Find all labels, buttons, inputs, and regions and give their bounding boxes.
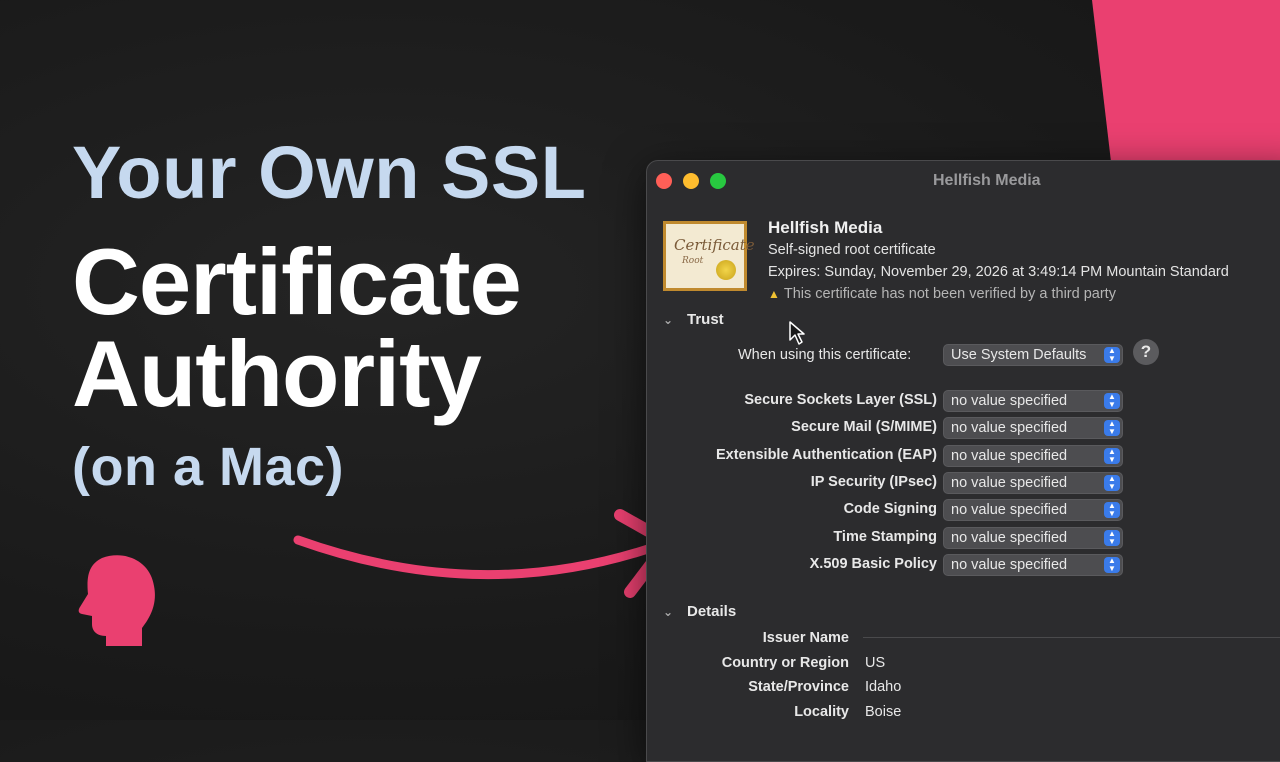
policy-label: X.509 Basic Policy xyxy=(809,555,937,572)
window-titlebar: Hellfish Media xyxy=(647,161,1280,201)
certificate-seal-icon xyxy=(716,260,736,280)
headline-line-3: Authority xyxy=(72,321,482,426)
help-button[interactable]: ? xyxy=(1133,339,1159,365)
popup-stepper-icon: ▲ ▼ xyxy=(1104,393,1120,409)
headline-line-4: (on a Mac) xyxy=(72,437,345,497)
popup-stepper-icon: ▲ ▼ xyxy=(1104,556,1120,573)
policy-label: Secure Mail (S/MIME) xyxy=(791,419,937,436)
policy-value: no value specified xyxy=(951,474,1068,491)
detail-label: Locality xyxy=(794,704,849,721)
certificate-icon-text: Certificate xyxy=(674,236,755,254)
detail-value: Idaho xyxy=(865,679,902,696)
headline-line-1-accent: SSL xyxy=(441,131,587,214)
policy-popup[interactable]: no value specified ▲ ▼ xyxy=(943,417,1123,440)
policy-value: no value specified xyxy=(951,502,1068,519)
detail-label: Country or Region xyxy=(721,654,849,671)
policy-value: no value specified xyxy=(951,447,1068,464)
policy-label: Time Stamping xyxy=(833,528,937,545)
policy-popup[interactable]: no value specified ▲ ▼ xyxy=(943,471,1123,494)
certificate-warning: ▲ This certificate has not been verified … xyxy=(768,286,1116,302)
policy-value: no value specified xyxy=(951,420,1068,437)
headline-line-1: Your Own SSL xyxy=(72,130,586,215)
detail-label: Issuer Name xyxy=(762,630,849,646)
policy-popup[interactable]: no value specified ▲ ▼ xyxy=(943,553,1123,576)
policy-value: no value specified xyxy=(951,393,1068,409)
warning-icon: ▲ xyxy=(768,287,780,301)
when-using-label: When using this certificate: xyxy=(738,347,912,363)
certificate-icon-subtext: Root xyxy=(682,256,704,266)
when-using-popup[interactable]: Use System Defaults ▲ ▼ xyxy=(943,344,1123,366)
details-section-label: Details xyxy=(687,603,737,620)
policy-popup[interactable]: no value specified ▲ ▼ xyxy=(943,390,1123,412)
certificate-warning-text: This certificate has not been verified b… xyxy=(783,286,1116,302)
detail-label: State/Province xyxy=(748,679,849,696)
policy-popup[interactable]: no value specified ▲ ▼ xyxy=(943,444,1123,467)
certificate-type: Self-signed root certificate xyxy=(768,242,936,258)
when-using-value: Use System Defaults xyxy=(951,347,1087,363)
certificate-name: Hellfish Media xyxy=(768,218,883,237)
policy-value: no value specified xyxy=(951,529,1068,546)
popup-stepper-icon: ▲ ▼ xyxy=(1104,502,1120,519)
popup-stepper-icon: ▲ ▼ xyxy=(1104,447,1120,464)
policy-label: Secure Sockets Layer (SSL) xyxy=(744,392,937,408)
popup-stepper-icon: ▲ ▼ xyxy=(1104,420,1120,437)
policy-label: Extensible Authentication (EAP) xyxy=(715,446,937,463)
head-logo-icon xyxy=(78,555,155,646)
details-divider xyxy=(863,637,1280,638)
popup-stepper-icon: ▲ ▼ xyxy=(1104,474,1120,491)
policy-popup[interactable]: no value specified ▲ ▼ xyxy=(943,499,1123,522)
zoom-window-button[interactable] xyxy=(710,173,726,189)
detail-value: Boise xyxy=(865,704,902,721)
minimize-window-button[interactable] xyxy=(683,173,699,189)
window-title: Hellfish Media xyxy=(933,172,1041,189)
policy-value: no value specified xyxy=(951,556,1068,573)
curved-arrow-icon xyxy=(293,509,674,598)
policy-popup[interactable]: no value specified ▲ ▼ xyxy=(943,526,1123,549)
policy-label: IP Security (IPsec) xyxy=(810,473,937,490)
certificate-expiry: Expires: Sunday, November 29, 2026 at 3:… xyxy=(768,264,1229,280)
close-window-button[interactable] xyxy=(656,173,672,189)
mouse-pointer-icon xyxy=(789,321,805,345)
pink-corner-shape xyxy=(1092,0,1280,160)
certificate-icon: Certificate Root xyxy=(663,221,755,291)
policy-label: Code Signing xyxy=(843,501,937,518)
chevron-down-icon: ⌄ xyxy=(663,313,674,327)
certificate-window: Hellfish Media Certificate Root Hellfish… xyxy=(646,160,1280,762)
popup-stepper-icon: ▲ ▼ xyxy=(1104,529,1120,546)
headline-line-1-prefix: Your Own xyxy=(72,131,442,214)
trust-section-toggle[interactable]: ⌄ Trust xyxy=(663,311,724,328)
popup-stepper-icon: ▲ ▼ xyxy=(1104,347,1120,363)
details-section-toggle[interactable]: ⌄ Details xyxy=(663,603,736,620)
trust-section-label: Trust xyxy=(687,311,724,328)
detail-value: US xyxy=(865,654,886,671)
chevron-down-icon: ⌄ xyxy=(663,605,674,619)
